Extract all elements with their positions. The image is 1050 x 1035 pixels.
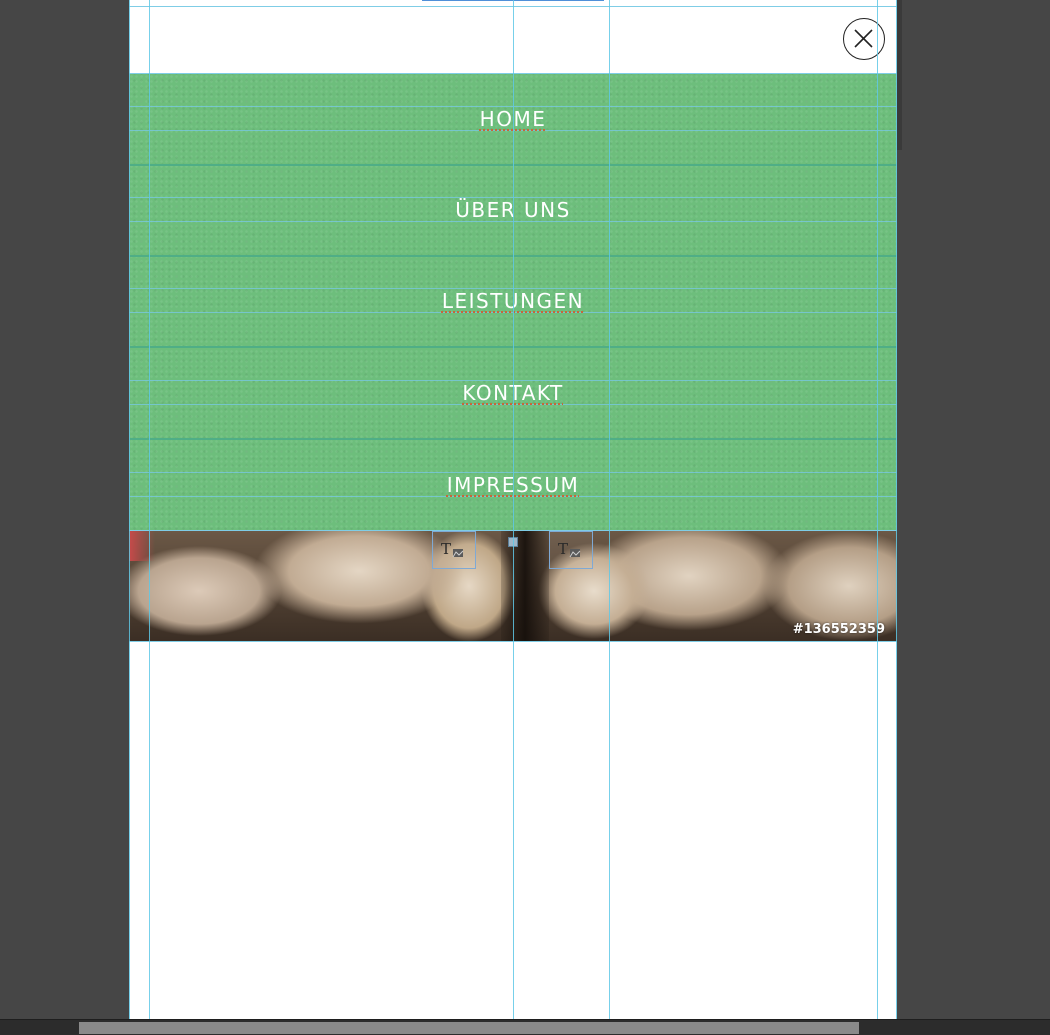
content-area — [129, 642, 897, 1019]
anchor-handle[interactable] — [508, 537, 518, 547]
text-image-placeholder[interactable]: T — [549, 531, 593, 569]
nav-item-label: HOME — [479, 107, 547, 131]
nav-item-label: IMPRESSUM — [446, 473, 580, 497]
horizontal-guide — [129, 6, 897, 7]
nav-item-label: LEISTUNGEN — [441, 289, 585, 313]
scrollbar-thumb[interactable] — [79, 1022, 859, 1034]
nav-item-leistungen[interactable]: LEISTUNGEN — [129, 256, 897, 348]
close-menu-button[interactable] — [843, 18, 885, 60]
nav-item-label: KONTAKT — [462, 381, 564, 405]
nav-item-home[interactable]: HOME — [129, 74, 897, 166]
text-image-placeholder[interactable]: T — [432, 531, 476, 569]
nav-item-kontakt[interactable]: KONTAKT — [129, 348, 897, 440]
header-strip — [129, 0, 897, 74]
selection-indicator — [422, 0, 604, 1]
nav-item-label: ÜBER UNS — [455, 198, 571, 222]
nav-item-impressum[interactable]: IMPRESSUM — [129, 440, 897, 530]
text-image-placeholder-icon: T — [441, 540, 464, 558]
svg-text:T: T — [441, 540, 451, 558]
artboard: HOME ÜBER UNS LEISTUNGEN KONTAKT IMPRESS… — [129, 0, 897, 1019]
navigation-menu: HOME ÜBER UNS LEISTUNGEN KONTAKT IMPRESS… — [129, 73, 897, 531]
svg-text:T: T — [558, 540, 568, 558]
design-workspace: HOME ÜBER UNS LEISTUNGEN KONTAKT IMPRESS… — [0, 0, 1050, 1019]
image-banner[interactable]: T T #136552359 — [129, 530, 897, 642]
image-id-label: #136552359 — [792, 622, 885, 637]
image-detail — [129, 531, 155, 561]
close-icon — [854, 29, 873, 48]
horizontal-scrollbar[interactable] — [0, 1019, 1050, 1035]
image-detail — [501, 531, 549, 641]
text-image-placeholder-icon: T — [558, 540, 581, 558]
nav-item-ueber-uns[interactable]: ÜBER UNS — [129, 165, 897, 257]
